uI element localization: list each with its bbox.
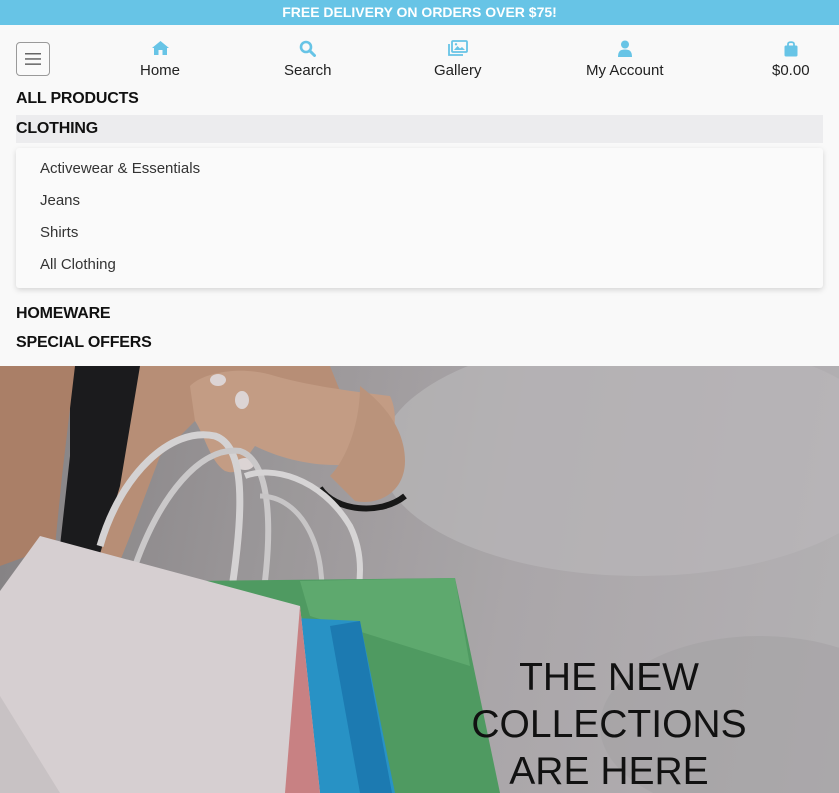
image-icon [447,39,468,57]
search-icon [299,39,317,57]
top-navigation: Home Search Gallery My Account $0.00 [0,25,839,85]
user-icon [617,39,633,57]
dropdown-item-jeans[interactable]: Jeans [40,192,80,209]
dropdown-item-activewear[interactable]: Activewear & Essentials [40,160,200,177]
promo-banner: FREE DELIVERY ON ORDERS OVER $75! [0,0,839,25]
nav-search[interactable]: Search [284,39,332,79]
nav-home-label: Home [140,62,181,79]
nav-cart[interactable]: $0.00 [772,39,810,79]
menu-toggle-button[interactable] [16,42,50,76]
hamburger-icon [25,53,41,65]
menu-special-offers[interactable]: SPECIAL OFFERS [16,334,152,352]
cart-total: $0.00 [772,62,810,79]
nav-gallery[interactable]: Gallery [434,39,482,79]
hero-headline: THE NEW COLLECTIONS ARE HERE [471,656,747,793]
nav-gallery-label: Gallery [434,62,482,79]
clothing-dropdown: Activewear & Essentials Jeans Shirts All… [16,148,823,288]
nav-my-account-label: My Account [586,62,664,79]
nav-search-label: Search [284,62,332,79]
dropdown-item-shirts[interactable]: Shirts [40,224,78,241]
nav-home[interactable]: Home [140,39,180,79]
home-icon [151,39,170,57]
menu-homeware[interactable]: HOMEWARE [16,305,111,323]
hero-banner: THE NEW COLLECTIONS ARE HERE [0,366,839,793]
shopping-bag-icon [783,39,799,57]
menu-all-products[interactable]: ALL PRODUCTS [16,90,139,108]
nav-my-account[interactable]: My Account [586,39,664,79]
dropdown-item-all-clothing[interactable]: All Clothing [40,256,116,273]
menu-clothing[interactable]: CLOTHING [16,115,823,143]
